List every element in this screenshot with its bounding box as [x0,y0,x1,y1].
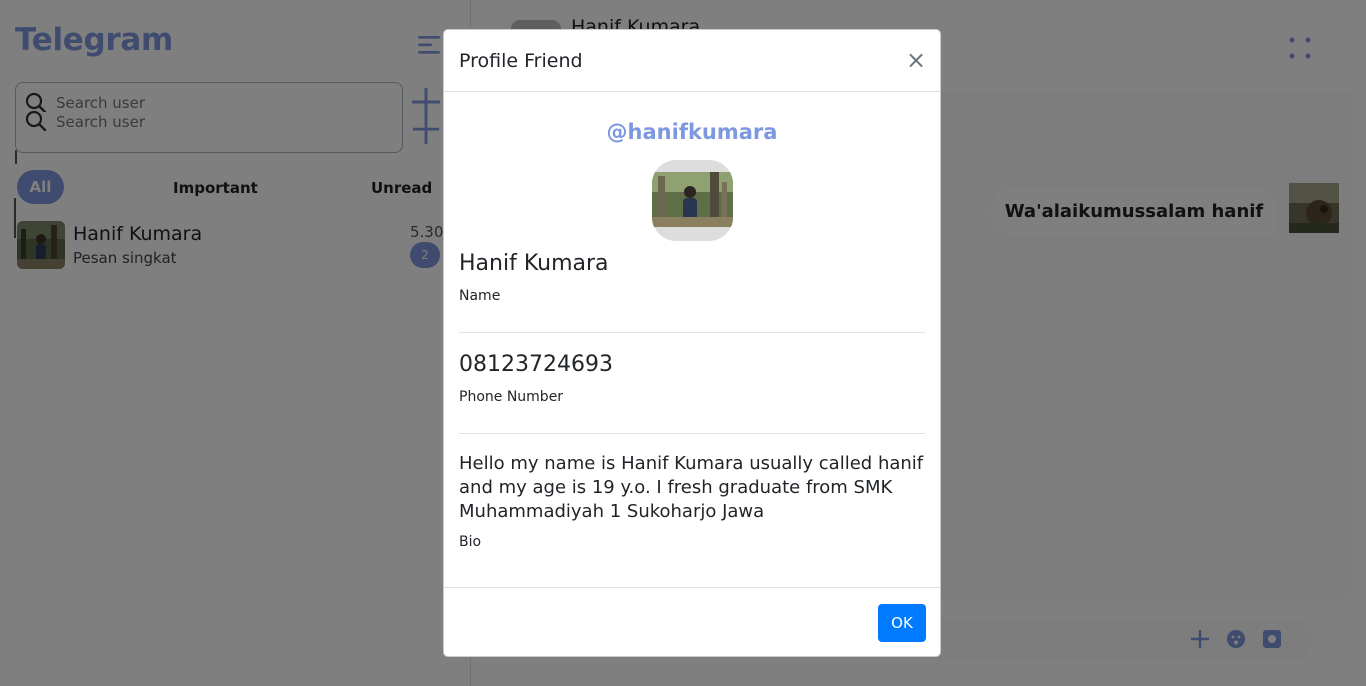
modal-footer: OK [444,587,940,656]
close-icon[interactable]: × [906,48,926,72]
divider [459,433,925,434]
profile-bio-label: Bio [459,534,482,550]
profile-phone-value: 08123724693 [459,352,613,377]
profile-name-value: Hanif Kumara [459,251,609,276]
profile-photo [652,160,733,241]
profile-bio-value: Hello my name is Hanif Kumara usually ca… [459,453,924,522]
profile-username: @hanifkumara [606,120,778,144]
profile-friend-modal: Profile Friend × @hanifkumara Hanif Kuma… [443,29,941,657]
profile-photo-image [652,172,733,227]
profile-phone-label: Phone Number [459,389,564,405]
ok-button[interactable]: OK [878,604,926,642]
profile-name-label: Name [459,288,501,304]
modal-header: Profile Friend × [444,30,940,92]
modal-title: Profile Friend [459,50,583,72]
divider [459,332,925,333]
